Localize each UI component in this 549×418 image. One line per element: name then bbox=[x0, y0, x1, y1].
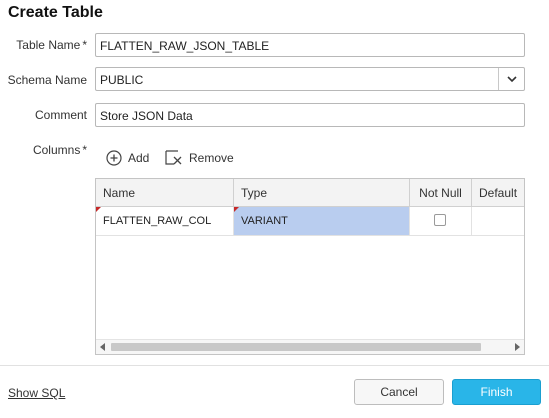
schema-name-value: PUBLIC bbox=[100, 73, 144, 87]
dropdown-toggle[interactable] bbox=[498, 68, 524, 90]
column-type-value: VARIANT bbox=[241, 215, 288, 227]
comment-input[interactable]: Store JSON Data bbox=[95, 103, 525, 127]
column-name-value: FLATTEN_RAW_COL bbox=[103, 215, 212, 227]
horizontal-scrollbar[interactable] bbox=[96, 339, 524, 354]
dialog-title: Create Table bbox=[8, 4, 103, 21]
table-row[interactable]: FLATTEN_RAW_COL VARIANT bbox=[96, 207, 524, 236]
chevron-down-icon bbox=[506, 75, 517, 82]
not-null-checkbox[interactable] bbox=[434, 214, 446, 226]
table-name-label: Table Name * bbox=[12, 38, 87, 52]
required-mark: * bbox=[82, 143, 87, 157]
not-null-cell bbox=[410, 207, 472, 235]
comment-label: Comment bbox=[34, 108, 87, 122]
plus-circle-icon bbox=[106, 150, 122, 166]
remove-label: Remove bbox=[189, 151, 234, 165]
scrollbar-thumb[interactable] bbox=[111, 343, 481, 351]
header-type[interactable]: Type bbox=[234, 179, 410, 206]
footer-divider bbox=[0, 365, 549, 366]
remove-icon bbox=[165, 150, 182, 165]
schema-name-select[interactable]: PUBLIC bbox=[95, 67, 525, 91]
columns-label: Columns * bbox=[12, 143, 87, 157]
header-default[interactable]: Default bbox=[472, 179, 524, 206]
required-mark: * bbox=[82, 38, 87, 52]
remove-column-button[interactable]: Remove bbox=[165, 150, 234, 166]
column-name-cell[interactable]: FLATTEN_RAW_COL bbox=[96, 207, 234, 235]
columns-grid[interactable]: Name Type Not Null Default FLATTEN_RAW_C… bbox=[95, 178, 525, 355]
modified-marker bbox=[96, 207, 101, 212]
header-not-null[interactable]: Not Null bbox=[410, 179, 472, 206]
cancel-button[interactable]: Cancel bbox=[354, 379, 444, 405]
modified-marker bbox=[234, 207, 239, 212]
add-label: Add bbox=[128, 151, 150, 165]
scroll-left-arrow-icon[interactable] bbox=[100, 343, 105, 351]
default-cell[interactable] bbox=[472, 207, 524, 235]
grid-header: Name Type Not Null Default bbox=[96, 179, 524, 207]
columns-label-text: Columns bbox=[32, 143, 81, 157]
schema-name-label: Schema Name bbox=[7, 73, 87, 87]
column-type-cell[interactable]: VARIANT bbox=[234, 207, 410, 235]
show-sql-link[interactable]: Show SQL bbox=[8, 386, 65, 400]
add-column-button[interactable]: Add bbox=[106, 150, 149, 166]
header-name[interactable]: Name bbox=[96, 179, 234, 206]
finish-button[interactable]: Finish bbox=[452, 379, 541, 405]
table-name-input[interactable]: FLATTEN_RAW_JSON_TABLE bbox=[95, 33, 525, 57]
table-name-label-text: Table Name bbox=[16, 38, 81, 52]
scroll-right-arrow-icon[interactable] bbox=[515, 343, 520, 351]
